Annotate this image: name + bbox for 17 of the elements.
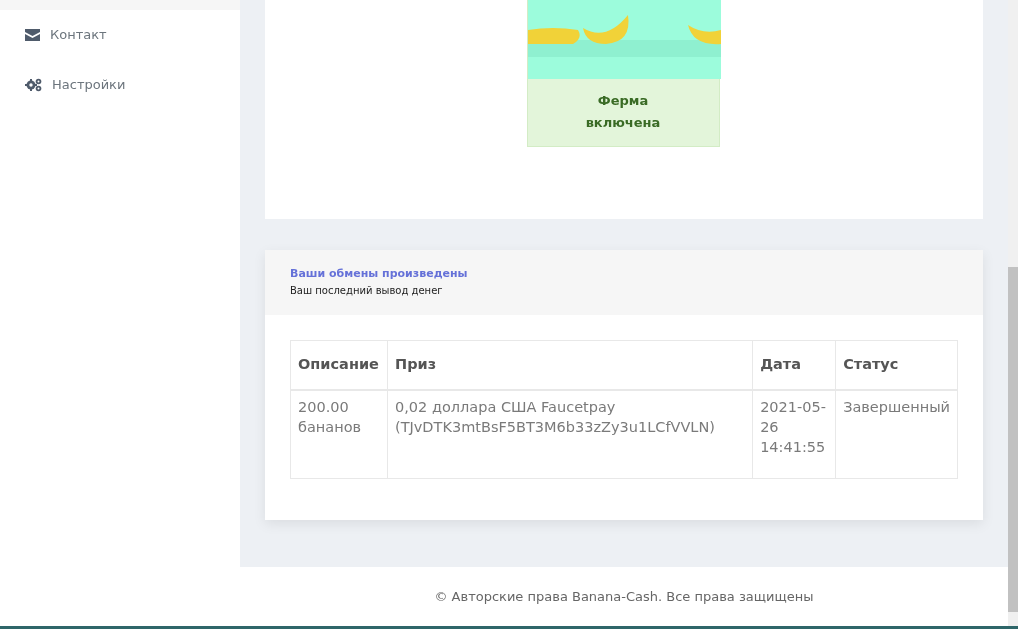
sidebar-link[interactable]: Контакт xyxy=(0,10,240,60)
table-cell: 2021-05-26 14:41:55 xyxy=(752,390,836,478)
scrollbar[interactable] xyxy=(1008,0,1018,626)
envelope-icon xyxy=(25,29,40,41)
copyright-text: © Авторские права Banana-Cash. Все права защищены xyxy=(434,587,814,606)
table-cell: Завершенный xyxy=(835,390,958,478)
column-header: Статус xyxy=(835,340,958,390)
column-header: Дата xyxy=(752,340,836,390)
column-header: Описание xyxy=(290,340,388,390)
farm-status: Ферма включена xyxy=(584,92,662,132)
column-header: Приз xyxy=(387,340,753,390)
table-cell: 0,02 доллара США Faucetpay (TJvDTK3mtBsF5BT3M6b33zZy3u1LCfVVLN) xyxy=(387,390,753,478)
gears-icon xyxy=(25,78,42,92)
card-subtitle: Ваш последний вывод денег xyxy=(290,283,444,298)
table-cell: 200.00 бананов xyxy=(290,390,388,478)
sidebar-link[interactable]: Настройки xyxy=(0,60,240,110)
card-title: Ваши обмены произведены xyxy=(290,266,469,282)
